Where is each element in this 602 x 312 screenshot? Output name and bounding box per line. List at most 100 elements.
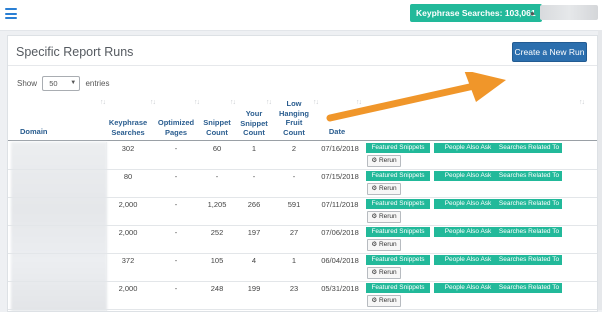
tag-related[interactable]: Searches Related To — [496, 199, 562, 209]
col-header-low-hanging-label: Low Hanging Fruit Count — [279, 99, 309, 137]
cell-low-hanging: 27 — [289, 228, 299, 237]
cell-your-snippet: 1 — [251, 144, 257, 153]
scrollbar[interactable] — [598, 30, 602, 310]
cell-keyphrase: 2,000 — [118, 200, 138, 209]
cell-date: 07/06/2018 — [321, 228, 359, 237]
tag-related[interactable]: Searches Related To — [496, 171, 562, 181]
entries-select[interactable]: 50 ▼ — [42, 76, 81, 91]
sort-icon[interactable]: ↑↓ — [579, 99, 585, 106]
tag-featured[interactable]: Featured Snippets — [366, 227, 430, 237]
entries-length-control: Show 50 ▼ entries — [17, 76, 110, 91]
col-header-your-snippet-label: Your Snippet Count — [240, 109, 268, 137]
rerun-button[interactable]: ⚙ Rerun — [367, 267, 401, 279]
cell-snippet: 248 — [210, 284, 224, 293]
rerun-label: Rerun — [378, 213, 397, 220]
cell-snippet: 1,205 — [207, 200, 227, 209]
table-row: 2,000 - 248 199 23 05/31/2018 Featured Snippet… — [8, 281, 597, 310]
rerun-label: Rerun — [378, 157, 397, 164]
tag-featured[interactable]: Featured Snippets — [366, 283, 430, 293]
tag-people[interactable]: People Also Ask — [434, 199, 502, 209]
cell-low-hanging: 1 — [291, 256, 297, 265]
show-label: Show — [17, 79, 38, 88]
page-title: Specific Report Runs — [16, 45, 134, 59]
rerun-button[interactable]: ⚙ Rerun — [367, 183, 401, 195]
col-header-snippet-label: Snippet Count — [203, 118, 231, 137]
user-name-redacted[interactable] — [540, 5, 598, 20]
col-header-low-hanging-fruit[interactable]: Low Hanging Fruit Count — [276, 99, 312, 137]
sort-icon[interactable]: ↑↓ — [230, 99, 236, 106]
col-header-optimized-label: Optimized Pages — [157, 118, 195, 137]
col-header-snippet-count[interactable]: Snippet Count — [200, 118, 234, 137]
user-icon[interactable]: ● — [530, 9, 535, 18]
tag-people[interactable]: People Also Ask — [434, 227, 502, 237]
sort-icon[interactable]: ↑↓ — [150, 99, 156, 106]
top-bar: Keyphrase Searches: 103,061 ● — [0, 0, 602, 31]
table-row: 372 - 105 4 1 06/04/2018 Featured Snippets Peop… — [8, 253, 597, 282]
cell-your-snippet: - — [252, 172, 256, 181]
tag-people[interactable]: People Also Ask — [434, 171, 502, 181]
cell-date: 07/16/2018 — [321, 144, 359, 153]
cell-optimized: - — [174, 256, 178, 265]
chevron-down-icon: ▼ — [70, 80, 77, 86]
cell-optimized: - — [174, 228, 178, 237]
cell-keyphrase: 302 — [121, 144, 135, 153]
tag-people[interactable]: People Also Ask — [434, 255, 502, 265]
cell-low-hanging: 23 — [289, 284, 299, 293]
cell-date: 06/04/2018 — [321, 256, 359, 265]
rerun-button[interactable]: ⚙ Rerun — [367, 211, 401, 223]
sort-icon[interactable]: ↑↓ — [100, 99, 106, 106]
cell-optimized: - — [174, 144, 178, 153]
gear-icon: ⚙ — [371, 241, 379, 248]
keyphrase-searches-badge: Keyphrase Searches: 103,061 — [410, 4, 542, 22]
cell-snippet: - — [215, 172, 219, 181]
col-header-your-snippet-count[interactable]: Your Snippet Count — [236, 109, 272, 138]
tag-featured[interactable]: Featured Snippets — [366, 143, 430, 153]
table-row: 2,000 - 1,205 266 591 07/11/2018 Featured Snip… — [8, 197, 597, 226]
annotation-arrow — [326, 72, 506, 122]
rerun-label: Rerun — [378, 269, 397, 276]
table-row: 2,000 - 252 197 27 07/06/2018 Featured Snippet… — [8, 225, 597, 254]
tag-featured[interactable]: Featured Snippets — [366, 255, 430, 265]
hamburger-menu-icon[interactable] — [5, 8, 17, 19]
gear-icon: ⚙ — [371, 157, 379, 164]
cell-keyphrase: 80 — [123, 172, 133, 181]
cell-your-snippet: 197 — [247, 228, 261, 237]
cell-low-hanging: 591 — [287, 200, 301, 209]
col-header-domain[interactable]: Domain — [20, 127, 48, 137]
entries-select-value: 50 — [49, 79, 58, 88]
cell-keyphrase: 2,000 — [118, 284, 138, 293]
tag-related[interactable]: Searches Related To — [496, 143, 562, 153]
cell-low-hanging: - — [292, 172, 296, 181]
rerun-label: Rerun — [378, 297, 397, 304]
col-header-keyphrase-searches[interactable]: Keyphrase Searches — [104, 118, 152, 137]
tag-related[interactable]: Searches Related To — [496, 255, 562, 265]
table-row: 80 - - - - 07/15/2018 Featured Snippets People … — [8, 169, 597, 198]
tag-featured[interactable]: Featured Snippets — [366, 199, 430, 209]
sort-icon[interactable]: ↑↓ — [313, 99, 319, 106]
sort-icon[interactable]: ↑↓ — [266, 99, 272, 106]
tag-related[interactable]: Searches Related To — [496, 227, 562, 237]
rerun-button[interactable]: ⚙ Rerun — [367, 239, 401, 251]
cell-snippet: 105 — [210, 256, 224, 265]
sort-icon[interactable]: ↑↓ — [194, 99, 200, 106]
col-header-optimized-pages[interactable]: Optimized Pages — [154, 118, 198, 137]
gear-icon: ⚙ — [371, 297, 379, 304]
cell-optimized: - — [174, 284, 178, 293]
tag-related[interactable]: Searches Related To — [496, 283, 562, 293]
rerun-button[interactable]: ⚙ Rerun — [367, 155, 401, 167]
cell-low-hanging: 2 — [291, 144, 297, 153]
entries-label: entries — [85, 79, 110, 88]
col-header-keyphrase-label: Keyphrase Searches — [108, 118, 148, 137]
tag-featured[interactable]: Featured Snippets — [366, 171, 430, 181]
create-new-run-button[interactable]: Create a New Run — [512, 42, 587, 62]
tag-people[interactable]: People Also Ask — [434, 283, 502, 293]
cell-your-snippet: 199 — [247, 284, 261, 293]
cell-date: 07/15/2018 — [321, 172, 359, 181]
cell-date: 07/11/2018 — [321, 200, 359, 209]
tag-people[interactable]: People Also Ask — [434, 143, 502, 153]
cell-snippet: 60 — [212, 144, 222, 153]
cell-your-snippet: 4 — [251, 256, 257, 265]
gear-icon: ⚙ — [371, 213, 379, 220]
cell-optimized: - — [174, 172, 178, 181]
rerun-button[interactable]: ⚙ Rerun — [367, 295, 401, 307]
